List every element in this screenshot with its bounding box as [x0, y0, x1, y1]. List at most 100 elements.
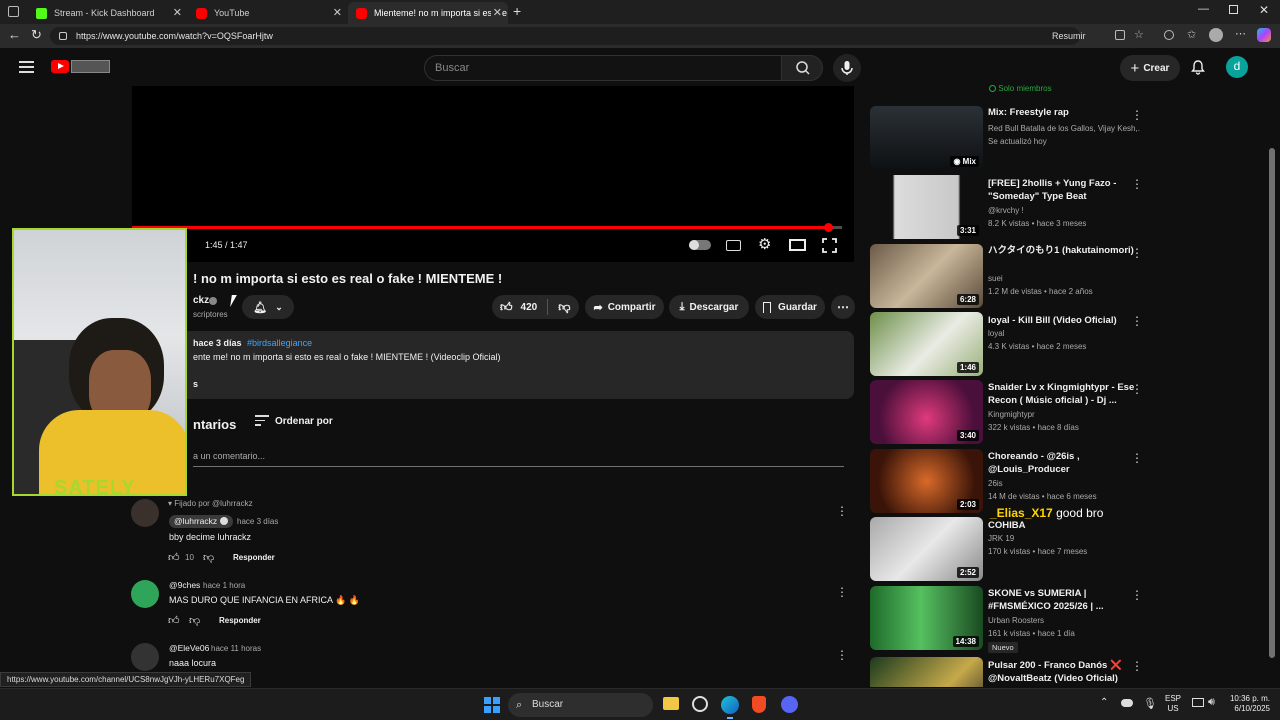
video-menu-icon[interactable]: ⋮: [1131, 177, 1143, 191]
video-thumbnail[interactable]: 2:52: [870, 517, 983, 581]
subscribed-notifications-button[interactable]: 🔔︎ ⌄: [242, 295, 294, 319]
add-comment-input[interactable]: a un comentario...: [193, 451, 265, 461]
autoplay-toggle[interactable]: [689, 240, 711, 250]
share-button[interactable]: ➦ Compartir: [585, 295, 664, 319]
tab-kick-dashboard[interactable]: Stream - Kick Dashboard ✕: [28, 2, 188, 24]
create-button[interactable]: + Crear: [1120, 55, 1180, 81]
back-icon[interactable]: ←: [8, 27, 21, 42]
subtitles-icon[interactable]: [726, 240, 741, 251]
video-title[interactable]: loyal - Kill Bill (Video Oficial): [988, 314, 1140, 327]
video-thumbnail[interactable]: [870, 657, 983, 687]
fullscreen-icon[interactable]: [822, 238, 837, 253]
video-thumbnail[interactable]: 2:03: [870, 449, 983, 513]
commenter-avatar[interactable]: [131, 580, 159, 608]
comment-author[interactable]: @EleVe06: [169, 643, 209, 653]
copilot-icon[interactable]: [1257, 28, 1271, 42]
reply-button[interactable]: Responder: [233, 553, 275, 562]
resumir-button[interactable]: Resumir: [1052, 27, 1086, 45]
url-field[interactable]: https://www.youtube.com/watch?v=OQSFoarH…: [50, 27, 1086, 45]
dislike-icon[interactable]: 👎︎: [558, 300, 570, 315]
video-title[interactable]: [FREE] 2hollis + Yung Fazo - "Someday" T…: [988, 177, 1140, 203]
comment-like-icon[interactable]: 👍︎: [168, 614, 180, 627]
description-box[interactable]: hace 3 días #birdsallegiance ente me! no…: [132, 331, 854, 399]
favorite-star-icon[interactable]: ☆: [1134, 28, 1144, 41]
related-video[interactable]: ◉ Mix Mix: Freestyle rap Red Bull Batall…: [870, 106, 1140, 170]
maximize-icon[interactable]: [1229, 5, 1238, 14]
commenter-avatar[interactable]: [131, 643, 159, 671]
onedrive-icon[interactable]: [1121, 699, 1133, 707]
page-scrollbar-thumb[interactable]: [1269, 148, 1275, 658]
refresh-icon[interactable]: ↻: [31, 27, 42, 43]
related-video[interactable]: 14:38 SKONE vs SUMERIA | #FMSMÉXICO 2025…: [870, 586, 1140, 653]
video-thumbnail[interactable]: ◉ Mix: [870, 106, 983, 170]
comment-dislike-icon[interactable]: 👎︎: [203, 551, 214, 564]
tab-active-video[interactable]: Mienteme! no m importa si esto e ✕: [348, 2, 508, 24]
video-title[interactable]: COHIBA: [988, 519, 1140, 532]
volume-icon[interactable]: 🔊︎: [1208, 696, 1215, 709]
video-title[interactable]: Pulsar 200 - Franco Danós ❌ @NovaltBeatz…: [988, 659, 1140, 685]
more-icon[interactable]: ⋯: [1235, 27, 1246, 40]
progress-scrubber[interactable]: [823, 223, 833, 232]
network-icon[interactable]: [1192, 698, 1204, 707]
like-icon[interactable]: 👍︎: [500, 300, 513, 315]
related-video[interactable]: Pulsar 200 - Franco Danós ❌ @NovaltBeatz…: [870, 657, 1140, 687]
sort-icon[interactable]: [255, 415, 269, 426]
video-title[interactable]: Snaider Lv x Kingmightypr - Ese Recon ( …: [988, 381, 1140, 407]
user-avatar[interactable]: d: [1226, 56, 1248, 78]
video-thumbnail[interactable]: 14:38: [870, 586, 983, 650]
save-button[interactable]: Guardar: [755, 295, 825, 319]
video-thumbnail[interactable]: 3:40: [870, 380, 983, 444]
favorites-icon[interactable]: ✩: [1187, 28, 1196, 41]
progress-bar[interactable]: [132, 223, 842, 232]
related-video[interactable]: 3:40 Snaider Lv x Kingmightypr - Ese Rec…: [870, 380, 1140, 444]
related-video[interactable]: 2:52 COHIBA JRK 19 170 k vistas • hace 7…: [870, 517, 1140, 581]
brave-browser-icon[interactable]: [752, 696, 766, 713]
related-video[interactable]: 6:28 ハクタイのもり1 (hakutainomori) suei 1.2 M…: [870, 244, 1140, 308]
video-thumbnail[interactable]: 6:28: [870, 244, 983, 308]
hashtag-link[interactable]: #birdsallegiance: [247, 338, 312, 348]
video-menu-icon[interactable]: ⋮: [1131, 382, 1143, 396]
search-button[interactable]: [781, 55, 823, 81]
youtube-logo-icon[interactable]: [51, 60, 69, 73]
clock[interactable]: 10:36 p. m. 6/10/2025: [1226, 694, 1270, 714]
edge-browser-icon[interactable]: [721, 696, 739, 714]
video-title[interactable]: ハクタイのもり1 (hakutainomori): [988, 244, 1140, 257]
video-menu-icon[interactable]: ⋮: [1131, 659, 1143, 673]
app-icon[interactable]: [692, 696, 708, 712]
comment-menu-icon[interactable]: ⋮: [836, 504, 848, 518]
video-menu-icon[interactable]: ⋮: [1131, 108, 1143, 122]
video-menu-icon[interactable]: ⋮: [1131, 451, 1143, 465]
close-tab-icon[interactable]: ✕: [173, 6, 182, 19]
download-button[interactable]: ⤓ Descargar: [669, 295, 749, 319]
video-thumbnail[interactable]: 3:31: [870, 175, 983, 239]
commenter-avatar[interactable]: [131, 499, 159, 527]
related-video[interactable]: 2:03 Choreando - @26is , @Louis_Producer…: [870, 449, 1140, 513]
search-input[interactable]: Buscar: [424, 55, 782, 81]
language-indicator[interactable]: ESP US: [1165, 694, 1181, 714]
tab-actions-icon[interactable]: [8, 6, 19, 17]
file-explorer-icon[interactable]: [663, 697, 679, 710]
show-more-link[interactable]: s: [193, 379, 198, 389]
related-video[interactable]: 1:46 loyal - Kill Bill (Video Oficial) l…: [870, 312, 1140, 376]
more-actions-icon[interactable]: ⋯: [831, 295, 855, 319]
channel-name[interactable]: ckz: [193, 295, 209, 306]
tab-youtube[interactable]: YouTube ✕: [188, 2, 348, 24]
video-thumbnail[interactable]: 1:46: [870, 312, 983, 376]
comment-menu-icon[interactable]: ⋮: [836, 648, 848, 662]
video-menu-icon[interactable]: ⋮: [1131, 588, 1143, 602]
extension-icon[interactable]: [1164, 30, 1174, 40]
video-title[interactable]: Mix: Freestyle rap: [988, 106, 1140, 119]
reply-button[interactable]: Responder: [219, 616, 261, 625]
video-menu-icon[interactable]: ⋮: [1131, 314, 1143, 328]
comment-like-icon[interactable]: 👍︎: [168, 551, 180, 564]
close-window-icon[interactable]: ✕: [1259, 3, 1269, 17]
like-count[interactable]: 420: [521, 302, 538, 313]
sort-button[interactable]: Ordenar por: [275, 416, 333, 427]
video-menu-icon[interactable]: ⋮: [1131, 246, 1143, 260]
video-title[interactable]: SKONE vs SUMERIA | #FMSMÉXICO 2025/26 | …: [988, 587, 1140, 613]
close-tab-icon[interactable]: ✕: [490, 6, 502, 19]
windows-start-icon[interactable]: [484, 697, 500, 713]
video-title[interactable]: Choreando - @26is , @Louis_Producer: [988, 450, 1140, 476]
discord-icon[interactable]: [781, 696, 798, 713]
theater-mode-icon[interactable]: [789, 239, 806, 251]
